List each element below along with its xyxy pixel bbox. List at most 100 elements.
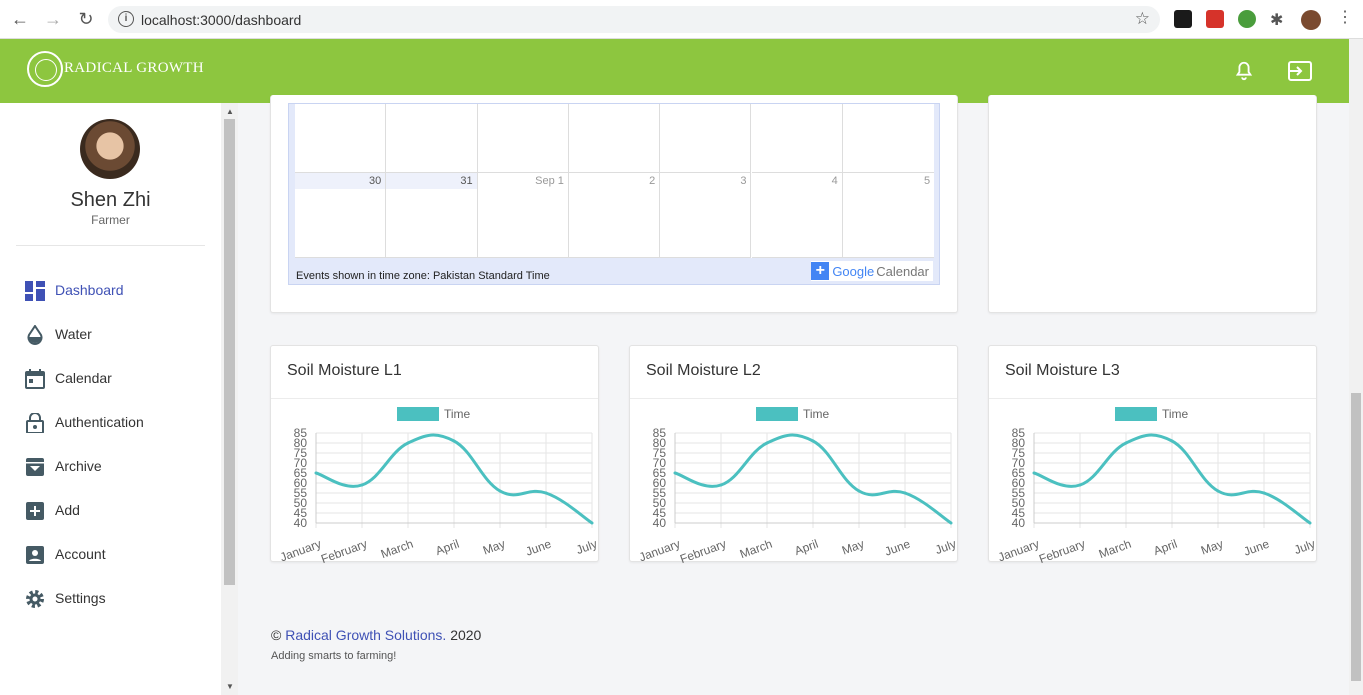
- add-box-icon: [26, 502, 44, 520]
- x-tick-label: June: [524, 537, 554, 559]
- logout-icon[interactable]: [1287, 59, 1313, 83]
- google-calendar-badge[interactable]: + Google Calendar: [811, 261, 933, 281]
- x-tick-label: January: [996, 537, 1041, 563]
- calendar-day-cell[interactable]: [842, 104, 935, 173]
- chart-title: Soil Moisture L1: [287, 362, 402, 379]
- sidebar-item-calendar[interactable]: Calendar: [0, 359, 221, 399]
- calendar-day-cell[interactable]: Sep 1: [477, 173, 569, 258]
- pdf-extension-icon[interactable]: [1174, 10, 1192, 28]
- x-tick-label: January: [637, 537, 682, 563]
- calendar-day-cell[interactable]: 2: [568, 173, 661, 258]
- company-link[interactable]: Radical Growth Solutions.: [285, 627, 446, 643]
- sidebar-item-settings[interactable]: Settings: [0, 579, 221, 619]
- line-chart[interactable]: Time85807570656055504540JanuaryFebruary M…: [630, 399, 959, 563]
- forward-arrow-icon[interactable]: →: [42, 8, 64, 30]
- x-tick-label: March: [379, 537, 415, 562]
- soil-moisture-card-2: Soil Moisture L2 Time 85 80 75 70 65 60 55 50 45 4…: [629, 345, 959, 563]
- line-chart[interactable]: Time85807570656055504540JanuaryFebruary M…: [989, 399, 1318, 563]
- calendar-date: 31: [460, 175, 473, 187]
- sidebar-item-account[interactable]: Account: [0, 535, 221, 575]
- data-point: [360, 483, 364, 487]
- profile-avatar[interactable]: [1301, 10, 1321, 30]
- lock-icon: [26, 413, 44, 433]
- plus-icon[interactable]: +: [811, 262, 830, 280]
- data-point: [1032, 471, 1036, 475]
- scrollbar-thumb[interactable]: [224, 119, 235, 585]
- x-tick-label: June: [883, 537, 913, 559]
- info-icon[interactable]: i: [118, 11, 134, 27]
- water-drop-icon: [27, 325, 43, 345]
- x-tick-label: April: [793, 537, 820, 558]
- globe-extension-icon[interactable]: [1238, 10, 1256, 28]
- puzzle-icon[interactable]: ✱: [1270, 10, 1288, 29]
- address-bar[interactable]: i localhost:3000/dashboard ☆: [108, 6, 1160, 33]
- calendar-day-cell[interactable]: 4: [751, 173, 843, 258]
- sidebar-scrollbar[interactable]: ▲ ▼: [221, 103, 238, 695]
- sidebar-item-authentication[interactable]: Authentication: [0, 403, 221, 443]
- calendar-day-cell[interactable]: [477, 104, 569, 173]
- x-tick-label: May: [1199, 537, 1225, 558]
- calendar-wordmark: Calendar: [876, 263, 929, 279]
- calendar-day-cell[interactable]: 30: [295, 173, 387, 258]
- data-point: [673, 471, 677, 475]
- line-chart[interactable]: Time85807570656055504540JanuaryFebruary M…: [271, 399, 600, 563]
- sidebar-item-dashboard[interactable]: Dashboard: [0, 271, 221, 311]
- page-scrollbar[interactable]: [1349, 39, 1363, 695]
- soil-moisture-card-1: Soil Moisture L1 Time 85 80 75 70 65 60 55 50 45 4…: [270, 345, 600, 563]
- x-tick-label: March: [1097, 537, 1133, 562]
- calendar-day-cell[interactable]: [660, 104, 752, 173]
- data-point: [314, 471, 318, 475]
- calendar-day-cell[interactable]: [386, 104, 478, 173]
- x-tick-label: July: [933, 537, 958, 557]
- user-role: Farmer: [91, 213, 130, 227]
- back-arrow-icon[interactable]: ←: [9, 8, 31, 30]
- reload-icon[interactable]: ↻: [75, 8, 97, 30]
- data-point: [811, 439, 815, 443]
- sidebar-item-label: Water: [55, 326, 92, 342]
- brand-name[interactable]: RADICAL GROWTH: [64, 60, 204, 77]
- google-calendar-embed[interactable]: 30 31 Sep 1 2 3 4 5 Events shown in time zone:…: [288, 103, 940, 285]
- y-tick-label: 40: [294, 516, 308, 530]
- sidebar-item-water[interactable]: Water: [0, 315, 221, 355]
- data-point: [1262, 491, 1266, 495]
- sidebar: Shen Zhi Farmer Dashboard Water Calendar: [0, 103, 221, 695]
- calendar-date: 30: [369, 175, 382, 187]
- calendar-day-cell[interactable]: 31: [386, 173, 478, 258]
- sidebar-item-archive[interactable]: Archive: [0, 447, 221, 487]
- star-icon[interactable]: ☆: [1135, 9, 1150, 29]
- calendar-day-cell[interactable]: [751, 104, 843, 173]
- scroll-up-icon[interactable]: ▲: [226, 107, 234, 116]
- calendar-day-cell[interactable]: 5: [842, 173, 935, 258]
- scroll-down-icon[interactable]: ▼: [226, 682, 234, 691]
- avatar: [80, 119, 140, 179]
- x-tick-label: June: [1242, 537, 1272, 559]
- calendar-day-cell[interactable]: [568, 104, 661, 173]
- chart-title: Soil Moisture L2: [646, 362, 761, 379]
- url-text[interactable]: localhost:3000/dashboard: [141, 12, 301, 28]
- x-tick-label: February: [1037, 537, 1087, 563]
- bell-icon[interactable]: [1233, 60, 1255, 82]
- extension-icon[interactable]: [1206, 10, 1224, 28]
- calendar-day-cell[interactable]: [295, 104, 387, 173]
- calendar-date: 4: [831, 175, 838, 187]
- calendar-date: Sep 1: [535, 175, 564, 187]
- data-point: [1216, 489, 1220, 493]
- logo-icon[interactable]: [27, 51, 63, 87]
- sidebar-item-label: Archive: [55, 458, 102, 474]
- footer-copyright: © Radical Growth Solutions. 2020: [271, 627, 481, 643]
- legend-label: Time: [444, 407, 471, 421]
- sidebar-item-add[interactable]: Add: [0, 491, 221, 531]
- x-tick-label: January: [278, 537, 323, 563]
- scrollbar-thumb[interactable]: [1351, 393, 1361, 681]
- google-wordmark: Google: [832, 263, 875, 279]
- archive-icon: [26, 458, 44, 476]
- calendar-icon: [25, 369, 45, 389]
- dashboard-icon: [25, 281, 45, 301]
- soil-moisture-card-3: Soil Moisture L3 Time 85 80 75 70 65 60 55 50 45 4…: [988, 345, 1318, 563]
- data-point: [857, 489, 861, 493]
- calendar-day-cell[interactable]: 3: [660, 173, 752, 258]
- x-tick-label: April: [1152, 537, 1179, 558]
- more-menu-icon[interactable]: ⋮: [1337, 10, 1355, 28]
- timezone-note: Events shown in time zone: Pakistan Stan…: [296, 270, 550, 282]
- data-point: [544, 491, 548, 495]
